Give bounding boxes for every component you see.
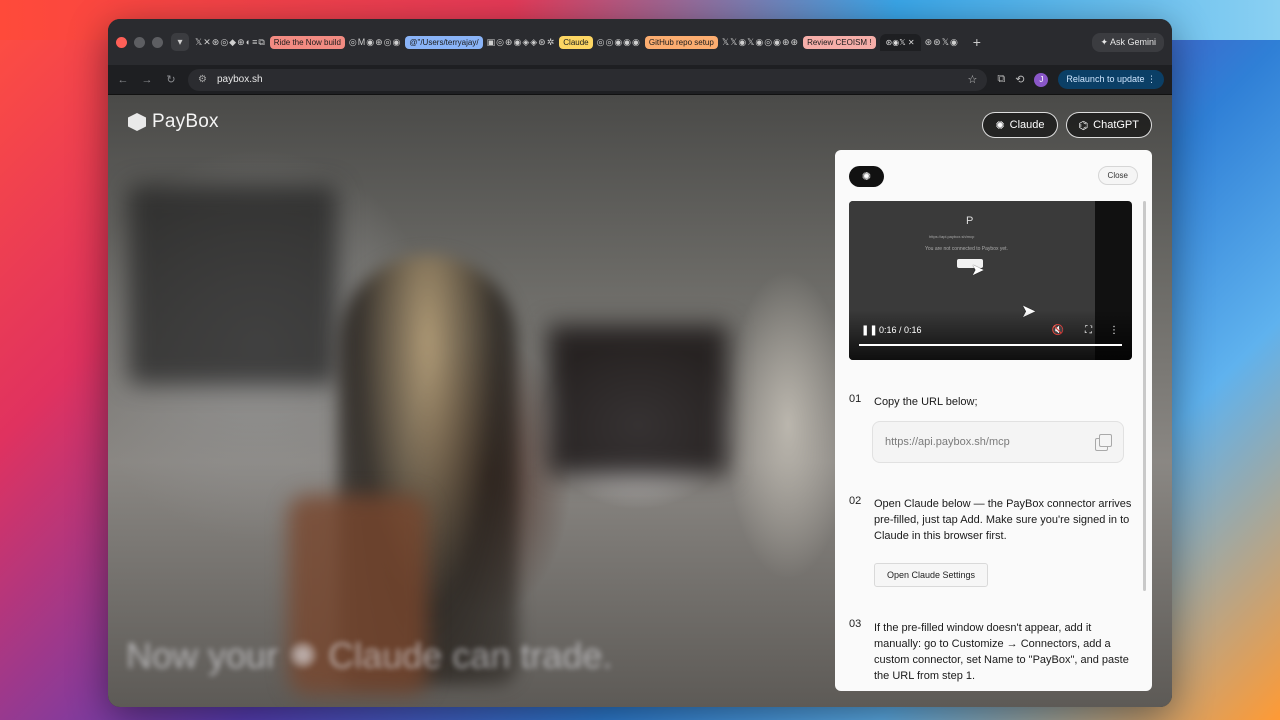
tab-group-review[interactable]: Review CEOISM ! [803,35,876,49]
claude-burst-icon: ✺ [995,119,1005,132]
background-photo [128,185,338,385]
close-window-button[interactable] [116,36,127,48]
fullscreen-icon[interactable]: ⛶ [1085,325,1092,336]
claude-pill-button[interactable]: ✺ Claude [982,112,1058,138]
video-time: 0:16 / 0:16 [879,325,922,335]
tab-search-icon[interactable]: ▾ [171,33,189,51]
page-content: PayBox ✺ Claude ⌬ ChatGPT Now your ✺ Cla… [108,95,1172,707]
open-claude-settings-button[interactable]: Open Claude Settings [874,563,989,587]
extensions-icon[interactable]: ⧉ [997,73,1005,86]
address-bar[interactable]: ⚙ paybox.sh ☆ [188,68,988,91]
active-tab[interactable]: ⊛◉𝕏 ✕ [879,33,921,51]
more-options-icon[interactable]: ⋮ [1109,325,1119,336]
chatgpt-pill-button[interactable]: ⌬ ChatGPT [1065,112,1152,138]
browser-window: ▾ 𝕏✕⊛◎◆⊕◐≡⧉ Ride the Now build ◎M◉⊕◎◉ @"… [108,19,1172,707]
mcp-url-field[interactable]: https://api.paybox.sh/mcp [872,421,1124,463]
step-number: 03 [849,618,862,630]
close-button[interactable]: Close [1097,166,1138,185]
bookmark-star-icon[interactable]: ☆ [967,73,977,86]
window-controls [116,36,163,48]
claude-pill-label: Claude [1009,119,1045,131]
tab-favicons[interactable]: ◎◎◉◉◉ [597,37,641,48]
tab-favicons[interactable]: ▣◎⊕◉◈◈⊛✲ [487,37,556,48]
video-progress-bar[interactable] [859,344,1122,346]
video-progress-fill [859,344,1122,346]
tab-group-github[interactable]: GitHub repo setup [644,35,718,49]
minimize-window-button[interactable] [134,36,145,48]
step-number: 02 [849,495,862,507]
sync-icon[interactable]: ⟲ [1015,73,1024,86]
claude-burst-icon: ✺ [849,166,884,187]
copy-icon[interactable] [1095,434,1112,451]
assistant-pills: ✺ Claude ⌬ ChatGPT [982,112,1152,138]
ask-gemini-label: Ask Gemini [1109,36,1156,47]
logo-text: PayBox [152,111,219,132]
tab-group-users[interactable]: @"/Users/terryajay/ [405,35,483,49]
ask-gemini-button[interactable]: ✦ Ask Gemini [1092,32,1164,52]
pinned-tabs[interactable]: 𝕏✕⊛◎◆⊕◐≡⧉ [195,37,266,48]
tab-favicons[interactable]: ⊛⊛𝕏◉ [925,37,959,48]
paybox-logo[interactable]: PayBox [128,111,219,133]
relaunch-button[interactable]: Relaunch to update ⋮ [1058,70,1164,89]
panel-header: ✺ Close [835,150,1152,200]
new-tab-button[interactable]: + [973,34,981,50]
address-url: paybox.sh [216,74,263,85]
back-icon[interactable]: ← [116,74,130,86]
browser-toolbar: ← → ↻ ⚙ paybox.sh ☆ ⧉ ⟲ J Relaunch to up… [108,65,1172,95]
relaunch-label: Relaunch to update [1066,74,1145,84]
video-frame-letter: P [966,215,974,227]
setup-panel: ✺ Close P https://api.paybox.sh/mcp You … [835,150,1152,691]
step-text: If the pre-filled window doesn't appear,… [874,622,1129,682]
chatgpt-pill-label: ChatGPT [1093,119,1139,131]
cursor-icon: ➤ [971,262,985,279]
tab-favicons[interactable]: 𝕏𝕏◉𝕏◉◎◉⊕⊕ [722,37,799,48]
reload-icon[interactable]: ↻ [164,73,178,86]
panel-scrollbar[interactable] [1143,201,1146,591]
tutorial-video[interactable]: P https://api.paybox.sh/mcp You are not … [849,201,1132,360]
video-frame-url: https://api.paybox.sh/mcp [929,234,975,239]
video-frame-message: You are not connected to Paybox yet. [925,246,1008,252]
step-number: 01 [849,393,862,405]
tab-strip: 𝕏✕⊛◎◆⊕◐≡⧉ Ride the Now build ◎M◉⊕◎◉ @"/U… [195,33,1092,51]
forward-icon[interactable]: → [140,74,154,86]
site-info-icon[interactable]: ⚙ [198,74,207,85]
pause-icon[interactable]: ❚❚ [861,325,878,336]
mute-icon[interactable]: 🔇 [1052,325,1064,336]
tab-favicons[interactable]: ◎M◉⊕◎◉ [349,37,401,48]
background-photo [548,325,728,475]
tab-group-claude[interactable]: Claude [559,35,593,49]
hero-headline: Now your ✺ Claude can trade. [126,635,613,676]
tab-bar: ▾ 𝕏✕⊛◎◆⊕◐≡⧉ Ride the Now build ◎M◉⊕◎◉ @"… [108,19,1172,65]
step-text: Copy the URL below; [874,396,978,408]
chatgpt-knot-icon: ⌬ [1078,119,1089,132]
profile-avatar[interactable]: J [1034,72,1049,87]
zoom-window-button[interactable] [152,36,163,48]
tab-group-ride[interactable]: Ride the Now build [269,35,345,49]
step-text: Open Claude below — the PayBox connector… [874,498,1132,542]
mcp-url-value: https://api.paybox.sh/mcp [885,436,1010,448]
paybox-logo-icon [128,113,146,131]
